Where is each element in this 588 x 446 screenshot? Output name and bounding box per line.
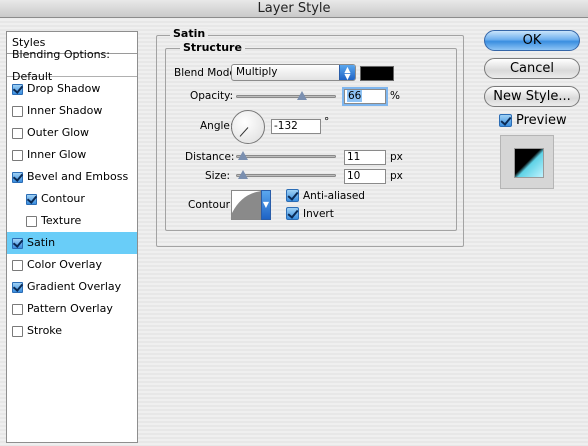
new-style-button[interactable]: New Style... bbox=[484, 86, 580, 107]
angle-label: Angle: bbox=[200, 120, 234, 132]
blend-mode-label: Blend Mode: bbox=[174, 67, 240, 79]
stroke-checkbox[interactable] bbox=[12, 325, 23, 337]
inner-glow-checkbox[interactable] bbox=[12, 149, 23, 161]
preview-swatch bbox=[514, 148, 544, 178]
style-item-outer-glow[interactable]: Outer Glow bbox=[7, 122, 137, 144]
blend-mode-select[interactable]: Multiply ▲ ▼ bbox=[231, 64, 356, 81]
style-item-gradient-overlay[interactable]: Gradient Overlay bbox=[7, 276, 137, 298]
size-input[interactable]: 10 bbox=[344, 169, 386, 184]
style-item-pattern-overlay[interactable]: Pattern Overlay bbox=[7, 298, 137, 320]
distance-value: 11 bbox=[347, 151, 361, 163]
anti-aliased-check-icon bbox=[286, 189, 299, 202]
style-item-stroke[interactable]: Stroke bbox=[7, 320, 137, 342]
chevron-updown-icon: ▲ ▼ bbox=[339, 65, 355, 81]
style-item-contour[interactable]: Contour bbox=[7, 188, 137, 210]
bevel-and-emboss-checkbox[interactable] bbox=[12, 171, 23, 183]
satin-checkbox[interactable] bbox=[12, 237, 23, 249]
angle-value: -132 bbox=[274, 120, 298, 132]
styles-list: Styles Blending Options: Default Drop Sh… bbox=[6, 31, 138, 443]
outer-glow-label: Outer Glow bbox=[27, 126, 90, 139]
ok-button[interactable]: OK bbox=[484, 30, 580, 51]
style-item-bevel-and-emboss[interactable]: Bevel and Emboss bbox=[7, 166, 137, 188]
bevel-and-emboss-label: Bevel and Emboss bbox=[27, 170, 129, 183]
color-swatch[interactable] bbox=[360, 66, 394, 81]
contour-label: Contour: bbox=[188, 199, 234, 211]
contour-picker[interactable] bbox=[231, 190, 261, 220]
structure-group-title: Structure bbox=[180, 42, 245, 54]
style-item-color-overlay[interactable]: Color Overlay bbox=[7, 254, 137, 276]
contour-curve-icon bbox=[232, 191, 260, 219]
angle-input[interactable]: -132 bbox=[271, 119, 321, 134]
outer-glow-checkbox[interactable] bbox=[12, 127, 23, 139]
blending-options-item[interactable]: Blending Options: Default bbox=[7, 48, 137, 83]
gradient-overlay-checkbox[interactable] bbox=[12, 281, 23, 293]
angle-dial[interactable] bbox=[231, 110, 265, 144]
texture-label: Texture bbox=[41, 214, 82, 227]
anti-aliased-checkbox[interactable]: Anti-aliased bbox=[286, 189, 365, 202]
pattern-overlay-checkbox[interactable] bbox=[12, 303, 23, 315]
invert-check-icon bbox=[286, 207, 299, 220]
opacity-label: Opacity: bbox=[190, 90, 234, 102]
style-item-texture[interactable]: Texture bbox=[7, 210, 137, 232]
window-title: Layer Style bbox=[0, 0, 588, 18]
satin-label: Satin bbox=[27, 236, 56, 249]
distance-input[interactable]: 11 bbox=[344, 150, 386, 165]
style-preview bbox=[500, 135, 554, 189]
opacity-slider-thumb[interactable] bbox=[297, 91, 307, 100]
texture-checkbox[interactable] bbox=[26, 215, 37, 227]
style-item-drop-shadow[interactable]: Drop Shadow bbox=[7, 78, 137, 100]
angle-indicator bbox=[239, 127, 249, 137]
opacity-slider[interactable] bbox=[236, 95, 336, 98]
color-overlay-checkbox[interactable] bbox=[12, 259, 23, 271]
style-item-inner-shadow[interactable]: Inner Shadow bbox=[7, 100, 137, 122]
opacity-unit: % bbox=[390, 90, 400, 102]
angle-unit: ° bbox=[324, 116, 330, 128]
distance-slider-thumb[interactable] bbox=[238, 151, 248, 160]
invert-checkbox[interactable]: Invert bbox=[286, 207, 334, 220]
color-overlay-label: Color Overlay bbox=[27, 258, 102, 271]
size-unit: px bbox=[390, 170, 403, 182]
inner-shadow-checkbox[interactable] bbox=[12, 105, 23, 117]
size-slider[interactable] bbox=[236, 174, 336, 177]
contour-label: Contour bbox=[41, 192, 85, 205]
style-item-inner-glow[interactable]: Inner Glow bbox=[7, 144, 137, 166]
opacity-input[interactable]: 66 bbox=[344, 89, 386, 104]
size-slider-thumb[interactable] bbox=[238, 170, 248, 179]
drop-shadow-checkbox[interactable] bbox=[12, 83, 23, 95]
style-item-satin[interactable]: Satin bbox=[7, 232, 137, 254]
size-label: Size: bbox=[205, 170, 231, 182]
satin-group-title: Satin bbox=[170, 28, 209, 40]
anti-aliased-label: Anti-aliased bbox=[303, 189, 365, 202]
opacity-value: 66 bbox=[347, 90, 363, 102]
distance-unit: px bbox=[390, 151, 403, 163]
contour-dropdown-arrow[interactable]: ▼ bbox=[261, 190, 271, 220]
distance-slider[interactable] bbox=[236, 155, 336, 158]
size-value: 10 bbox=[347, 170, 361, 182]
preview-checkbox[interactable]: Preview bbox=[499, 113, 567, 128]
pattern-overlay-label: Pattern Overlay bbox=[27, 302, 113, 315]
preview-label: Preview bbox=[516, 113, 567, 128]
stroke-label: Stroke bbox=[27, 324, 63, 337]
distance-label: Distance: bbox=[185, 151, 235, 163]
cancel-button[interactable]: Cancel bbox=[484, 58, 580, 79]
drop-shadow-label: Drop Shadow bbox=[27, 82, 101, 95]
gradient-overlay-label: Gradient Overlay bbox=[27, 280, 122, 293]
inner-glow-label: Inner Glow bbox=[27, 148, 87, 161]
invert-label: Invert bbox=[303, 207, 334, 220]
preview-check-icon bbox=[499, 114, 512, 127]
blend-mode-value: Multiply bbox=[236, 66, 278, 78]
inner-shadow-label: Inner Shadow bbox=[27, 104, 103, 117]
contour-checkbox[interactable] bbox=[26, 193, 37, 205]
dialog-body: Styles Blending Options: Default Drop Sh… bbox=[0, 19, 588, 446]
